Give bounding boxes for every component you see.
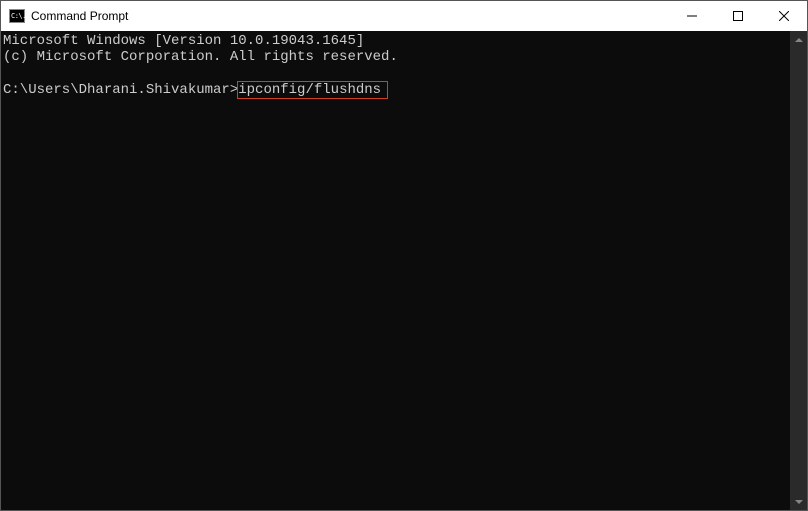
vertical-scrollbar[interactable] — [790, 31, 807, 510]
window-controls — [669, 1, 807, 31]
version-line: Microsoft Windows [Version 10.0.19043.16… — [3, 33, 364, 49]
minimize-button[interactable] — [669, 1, 715, 31]
command-highlight: ipconfig/flushdns — [237, 81, 388, 99]
scroll-up-button[interactable] — [790, 31, 807, 48]
close-icon — [779, 11, 789, 21]
maximize-button[interactable] — [715, 1, 761, 31]
window-title: Command Prompt — [31, 9, 669, 23]
chevron-down-icon — [795, 500, 803, 504]
titlebar[interactable]: C:\. Command Prompt — [1, 1, 807, 31]
cmd-icon-glyph: C:\. — [11, 13, 26, 20]
minimize-icon — [687, 11, 697, 21]
terminal-container: Microsoft Windows [Version 10.0.19043.16… — [1, 31, 807, 510]
terminal-output[interactable]: Microsoft Windows [Version 10.0.19043.16… — [1, 31, 790, 510]
scroll-track[interactable] — [790, 48, 807, 493]
close-button[interactable] — [761, 1, 807, 31]
scroll-down-button[interactable] — [790, 493, 807, 510]
command-prompt-window: C:\. Command Prompt Microsoft Windows [V… — [0, 0, 808, 511]
copyright-line: (c) Microsoft Corporation. All rights re… — [3, 49, 398, 65]
command-text: ipconfig/flushdns — [238, 82, 381, 98]
app-icon: C:\. — [9, 8, 25, 24]
maximize-icon — [733, 11, 743, 21]
prompt-text: C:\Users\Dharani.Shivakumar> — [3, 82, 238, 98]
cmd-icon: C:\. — [9, 9, 25, 23]
chevron-up-icon — [795, 38, 803, 42]
